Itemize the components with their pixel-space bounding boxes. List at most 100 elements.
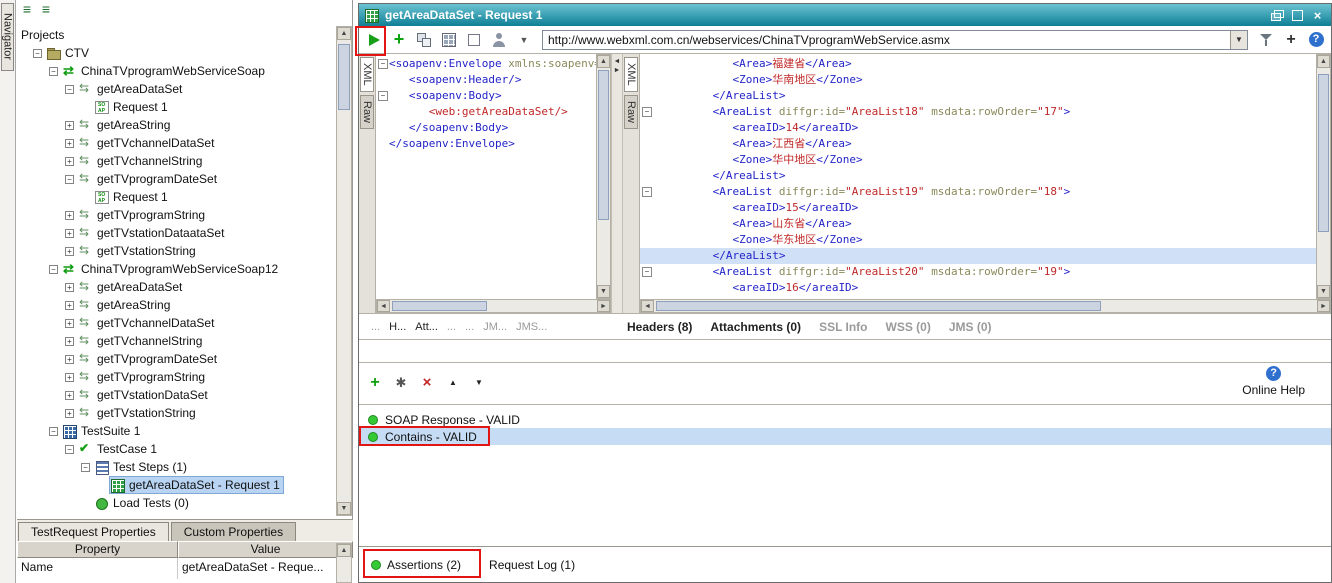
request-vertical-scrollbar[interactable]	[596, 54, 611, 299]
tree-item[interactable]: − ChinaTVprogramWebServiceSoap	[17, 62, 335, 80]
scrollbar-track[interactable]	[1317, 68, 1330, 285]
request-inspector-tab-1[interactable]: H...	[389, 321, 406, 333]
property-value-cell[interactable]: getAreaDataSet - Reque...	[178, 558, 353, 579]
expand-handle-icon[interactable]: +	[65, 408, 74, 418]
maximize-icon[interactable]	[1290, 9, 1305, 22]
recreate-request-icon[interactable]	[439, 30, 459, 50]
tree-item[interactable]: − CTV	[17, 44, 335, 62]
collapse-handle-icon[interactable]: −	[49, 264, 58, 274]
properties-scrollbar[interactable]	[336, 543, 352, 583]
tree-item[interactable]: + getTVchannelDataSet	[17, 314, 335, 332]
move-up-icon[interactable]	[445, 375, 461, 391]
view-tab-raw[interactable]: Raw	[360, 94, 374, 129]
tree-item[interactable]: + getTVprogramDateSet	[17, 350, 335, 368]
filter-icon[interactable]	[1256, 30, 1276, 50]
scroll-left-icon[interactable]	[641, 300, 654, 312]
tab-request-log-1-[interactable]: Request Log (1)	[489, 558, 575, 572]
clone-request-icon[interactable]	[414, 30, 434, 50]
fold-toggle-icon[interactable]	[376, 88, 389, 104]
scroll-up-icon[interactable]	[337, 544, 351, 557]
tree-item[interactable]: + getTVchannelString	[17, 152, 335, 170]
assertion-item[interactable]: SOAP Response - VALID	[359, 411, 1331, 428]
scrollbar-thumb[interactable]	[598, 70, 609, 220]
tab-testrequest-properties[interactable]: TestRequest Properties	[18, 522, 169, 541]
endpoint-combo[interactable]: http://www.webxml.com.cn/webservices/Chi…	[542, 29, 1248, 50]
scroll-down-icon[interactable]	[1317, 285, 1330, 298]
scroll-down-icon[interactable]	[337, 502, 351, 515]
tree-item[interactable]: + getAreaString	[17, 116, 335, 134]
remove-assertion-icon[interactable]	[419, 375, 435, 391]
tree-item[interactable]: Load Tests (0)	[17, 494, 335, 512]
endpoint-url[interactable]: http://www.webxml.com.cn/webservices/Chi…	[543, 33, 1230, 47]
response-inspector-tab-3[interactable]: WSS (0)	[886, 320, 931, 334]
expand-handle-icon[interactable]: +	[65, 390, 74, 400]
tree-item[interactable]: − getTVprogramDateSet	[17, 170, 335, 188]
request-inspector-tab-3[interactable]: ...	[447, 321, 456, 333]
expand-handle-icon[interactable]: +	[65, 228, 74, 238]
tree-item[interactable]: getAreaDataSet - Request 1	[17, 476, 335, 494]
scrollbar-thumb[interactable]	[1318, 74, 1329, 232]
tree-item[interactable]: + getAreaString	[17, 296, 335, 314]
collapse-handle-icon[interactable]: −	[49, 426, 58, 436]
tree-item[interactable]: + getTVchannelString	[17, 332, 335, 350]
scrollbar-track[interactable]	[597, 68, 610, 285]
online-help[interactable]: Online Help	[1242, 366, 1305, 397]
tree-scrollbar[interactable]	[336, 26, 352, 516]
request-inspector-tab-6[interactable]: JMS...	[516, 321, 547, 333]
expand-handle-icon[interactable]: +	[65, 300, 74, 310]
expand-handle-icon[interactable]: +	[65, 336, 74, 346]
tree-item[interactable]: + getAreaDataSet	[17, 278, 335, 296]
configure-assertion-icon[interactable]	[393, 375, 409, 391]
help-icon[interactable]	[1266, 366, 1282, 381]
add-assertion-icon[interactable]	[367, 375, 383, 391]
response-inspector-tab-0[interactable]: Headers (8)	[627, 320, 692, 334]
request-xml-editor[interactable]: <soapenv:Envelope xmlns:soapenv="htt <so…	[376, 54, 596, 299]
expand-handle-icon[interactable]: +	[65, 156, 74, 166]
tree-item[interactable]: + getTVprogramString	[17, 206, 335, 224]
request-window-titlebar[interactable]: getAreaDataSet - Request 1	[359, 4, 1331, 26]
scroll-right-icon[interactable]	[1317, 300, 1330, 312]
view-tab-xml[interactable]: XML	[360, 57, 374, 92]
response-inspector-tab-1[interactable]: Attachments (0)	[710, 320, 801, 334]
expand-handle-icon[interactable]: +	[65, 210, 74, 220]
collapse-right-icon[interactable]	[614, 67, 621, 74]
request-horizontal-scrollbar[interactable]	[376, 299, 611, 313]
request-inspector-tab-0[interactable]: ...	[371, 321, 380, 333]
response-xml-editor[interactable]: <Area> 福建省 </Area> <Zone> 华南地区 </Zone> </Are…	[640, 54, 1316, 299]
collapse-handle-icon[interactable]: −	[65, 84, 74, 94]
user-icon[interactable]	[489, 30, 509, 50]
expand-handle-icon[interactable]: +	[65, 372, 74, 382]
tree-item[interactable]: + getTVstationString	[17, 404, 335, 422]
tab-assertions-2-[interactable]: Assertions (2)	[371, 558, 461, 572]
collapse-handle-icon[interactable]: −	[65, 444, 74, 454]
endpoint-dropdown-icon[interactable]	[1230, 30, 1247, 49]
scroll-down-icon[interactable]	[597, 285, 610, 298]
collapse-handle-icon[interactable]: −	[65, 174, 74, 184]
collapse-handle-icon[interactable]: −	[33, 48, 42, 58]
tree-item[interactable]: − TestSuite 1	[17, 422, 335, 440]
request-inspector-tab-2[interactable]: Att...	[415, 321, 438, 333]
help-icon[interactable]	[1306, 30, 1326, 50]
scrollbar-track[interactable]	[654, 300, 1317, 312]
expand-handle-icon[interactable]: +	[65, 282, 74, 292]
scrollbar-track[interactable]	[390, 300, 597, 312]
response-inspector-tab-2[interactable]: SSL Info	[819, 320, 867, 334]
fold-toggle-icon[interactable]	[376, 56, 389, 72]
scroll-left-icon[interactable]	[377, 300, 390, 312]
tree-item[interactable]: + getTVstationDataataSet	[17, 224, 335, 242]
response-inspector-tab-4[interactable]: JMS (0)	[949, 320, 992, 334]
navigator-tab[interactable]: Navigator	[1, 3, 14, 71]
run-button[interactable]	[364, 30, 384, 50]
scroll-up-icon[interactable]	[597, 55, 610, 68]
assertion-item[interactable]: Contains - VALID	[359, 428, 1331, 445]
response-horizontal-scrollbar[interactable]	[640, 299, 1331, 313]
expand-handle-icon[interactable]: +	[65, 318, 74, 328]
tree-item[interactable]: Request 1	[17, 188, 335, 206]
scroll-up-icon[interactable]	[1317, 55, 1330, 68]
scrollbar-track[interactable]	[337, 557, 351, 582]
tree-item[interactable]: + getTVstationDataSet	[17, 386, 335, 404]
response-vertical-scrollbar[interactable]	[1316, 54, 1331, 299]
add-button[interactable]	[389, 30, 409, 50]
request-inspector-tab-4[interactable]: ...	[465, 321, 474, 333]
tree-item[interactable]: + getTVprogramString	[17, 368, 335, 386]
